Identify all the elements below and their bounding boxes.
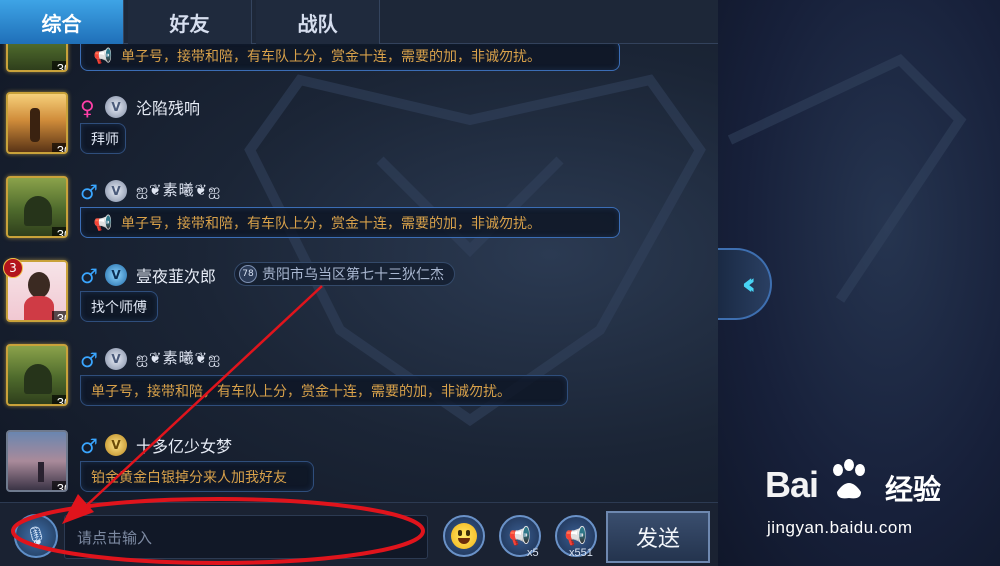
watermark-brand: Bai: [765, 464, 819, 505]
avatar[interactable]: 30: [6, 44, 68, 72]
emoji-button[interactable]: [443, 515, 485, 557]
message-bubble: 拜师: [80, 123, 126, 154]
chat-input-placeholder: 请点击输入: [77, 528, 153, 547]
send-button[interactable]: 发送: [606, 511, 710, 563]
male-icon: ♂: [80, 434, 98, 458]
notification-badge: 3: [3, 258, 23, 278]
rank-badge-icon: V: [105, 96, 127, 118]
chat-message: 30 ♂ V ஐ❦素曦❦ஐ 📢 单子号，接带和陪，有车队上分，赏金十连，需要的加…: [0, 176, 718, 260]
chat-input[interactable]: 请点击输入: [64, 515, 428, 559]
level-badge: 30: [52, 227, 66, 236]
location-text: 贵阳市乌当区第七十三狄仁杰: [262, 267, 444, 283]
message-text: 铂金黄金白银掉分来人加我好友: [91, 469, 287, 486]
chat-message: 30 3 ♂ V 壹夜韮次郎 78 贵阳市乌当区第七十三狄仁杰 找个师傅: [0, 258, 718, 344]
male-icon: ♂: [80, 264, 98, 288]
avatar[interactable]: 30: [6, 430, 68, 492]
megaphone-icon: 📢: [508, 525, 532, 547]
blue-horn-count: x551: [569, 547, 593, 559]
player-name[interactable]: 沦陷残响: [136, 95, 200, 119]
male-icon: ♂: [80, 348, 98, 372]
rank-badge-icon: V: [105, 434, 127, 456]
male-icon: ♂: [80, 180, 98, 204]
message-bubble: 铂金黄金白银掉分来人加我好友: [80, 461, 314, 492]
message-bubble: 📢 单子号，接带和陪，有车队上分，赏金十连，需要的加，非诚勿扰。: [80, 207, 620, 238]
smiley-icon: [451, 523, 477, 549]
double-chevron-left-icon: ‹‹: [741, 266, 756, 302]
chat-message: 30 ♂ V ஐ❦素曦❦ஐ 单子号，接带和陪，有车队上分，赏金十连，需要的加，非…: [0, 344, 718, 428]
tab-friends[interactable]: 好友: [128, 0, 252, 44]
player-name[interactable]: 壹夜韮次郎: [136, 263, 216, 287]
baidu-watermark: Bai 经验 jingyan.baidu.com: [765, 458, 995, 548]
female-icon: ♀: [80, 96, 95, 120]
megaphone-icon: 📢: [93, 46, 113, 65]
player-name[interactable]: 十多亿少女梦: [136, 433, 232, 457]
player-name[interactable]: ஐ❦素曦❦ஐ: [136, 347, 221, 369]
player-name[interactable]: ஐ❦素曦❦ஐ: [136, 179, 221, 201]
level-badge: 30: [52, 61, 66, 70]
tab-general[interactable]: 综合: [0, 0, 124, 44]
microphone-icon: 🎙: [24, 525, 48, 547]
rank-badge-icon: V: [105, 264, 127, 286]
tab-team[interactable]: 战队: [256, 0, 380, 44]
watermark-brand-cn: 经验: [885, 473, 942, 506]
megaphone-icon: 📢: [93, 213, 113, 232]
level-badge: 30: [52, 481, 66, 490]
level-badge: 30: [52, 143, 66, 152]
avatar[interactable]: 30: [6, 92, 68, 154]
message-bubble: 找个师傅: [80, 291, 158, 322]
level-badge: 30: [52, 395, 66, 404]
chat-message: 30 ♀ V 沦陷残响 拜师: [0, 92, 718, 176]
rank-badge-icon: V: [105, 180, 127, 202]
message-bubble: 单子号，接带和陪，有车队上分，赏金十连，需要的加，非诚勿扰。: [80, 375, 568, 406]
avatar[interactable]: 30: [6, 344, 68, 406]
watermark-url: jingyan.baidu.com: [767, 518, 913, 537]
avatar[interactable]: 30: [6, 176, 68, 238]
message-bubble: 📢 单子号，接带和陪，有车队上分，赏金十连，需要的加，非诚勿扰。: [80, 44, 620, 71]
chat-message: 30 ♂ V 十多亿少女梦 铂金黄金白银掉分来人加我好友: [0, 430, 718, 499]
message-text: 拜师: [91, 131, 119, 148]
voice-button[interactable]: 🎙: [14, 514, 58, 558]
tab-bar: 综合 好友 战队: [0, 0, 718, 44]
level-badge: 30: [52, 311, 66, 320]
megaphone-icon: 📢: [564, 525, 588, 547]
location-rank-icon: 78: [239, 265, 257, 283]
paw-logo-icon: [833, 459, 865, 499]
message-text: 单子号，接带和陪，有车队上分，赏金十连，需要的加，非诚勿扰。: [121, 48, 541, 65]
chat-message-list[interactable]: 30 📢 单子号，接带和陪，有车队上分，赏金十连，需要的加，非诚勿扰。 30 ♀…: [0, 44, 718, 499]
message-text: 单子号，接带和陪，有车队上分，赏金十连，需要的加，非诚勿扰。: [121, 215, 541, 232]
message-text: 找个师傅: [91, 299, 147, 316]
location-tag: 78 贵阳市乌当区第七十三狄仁杰: [234, 262, 455, 286]
message-text: 单子号，接带和陪，有车队上分，赏金十连，需要的加，非诚勿扰。: [91, 383, 511, 400]
gold-horn-count: x5: [527, 547, 539, 559]
chat-message: 30 📢 单子号，接带和陪，有车队上分，赏金十连，需要的加，非诚勿扰。: [0, 44, 718, 94]
chat-input-bar: 🎙 请点击输入 📢 x5 📢 x551 发送: [0, 502, 718, 566]
rank-badge-icon: V: [105, 348, 127, 370]
